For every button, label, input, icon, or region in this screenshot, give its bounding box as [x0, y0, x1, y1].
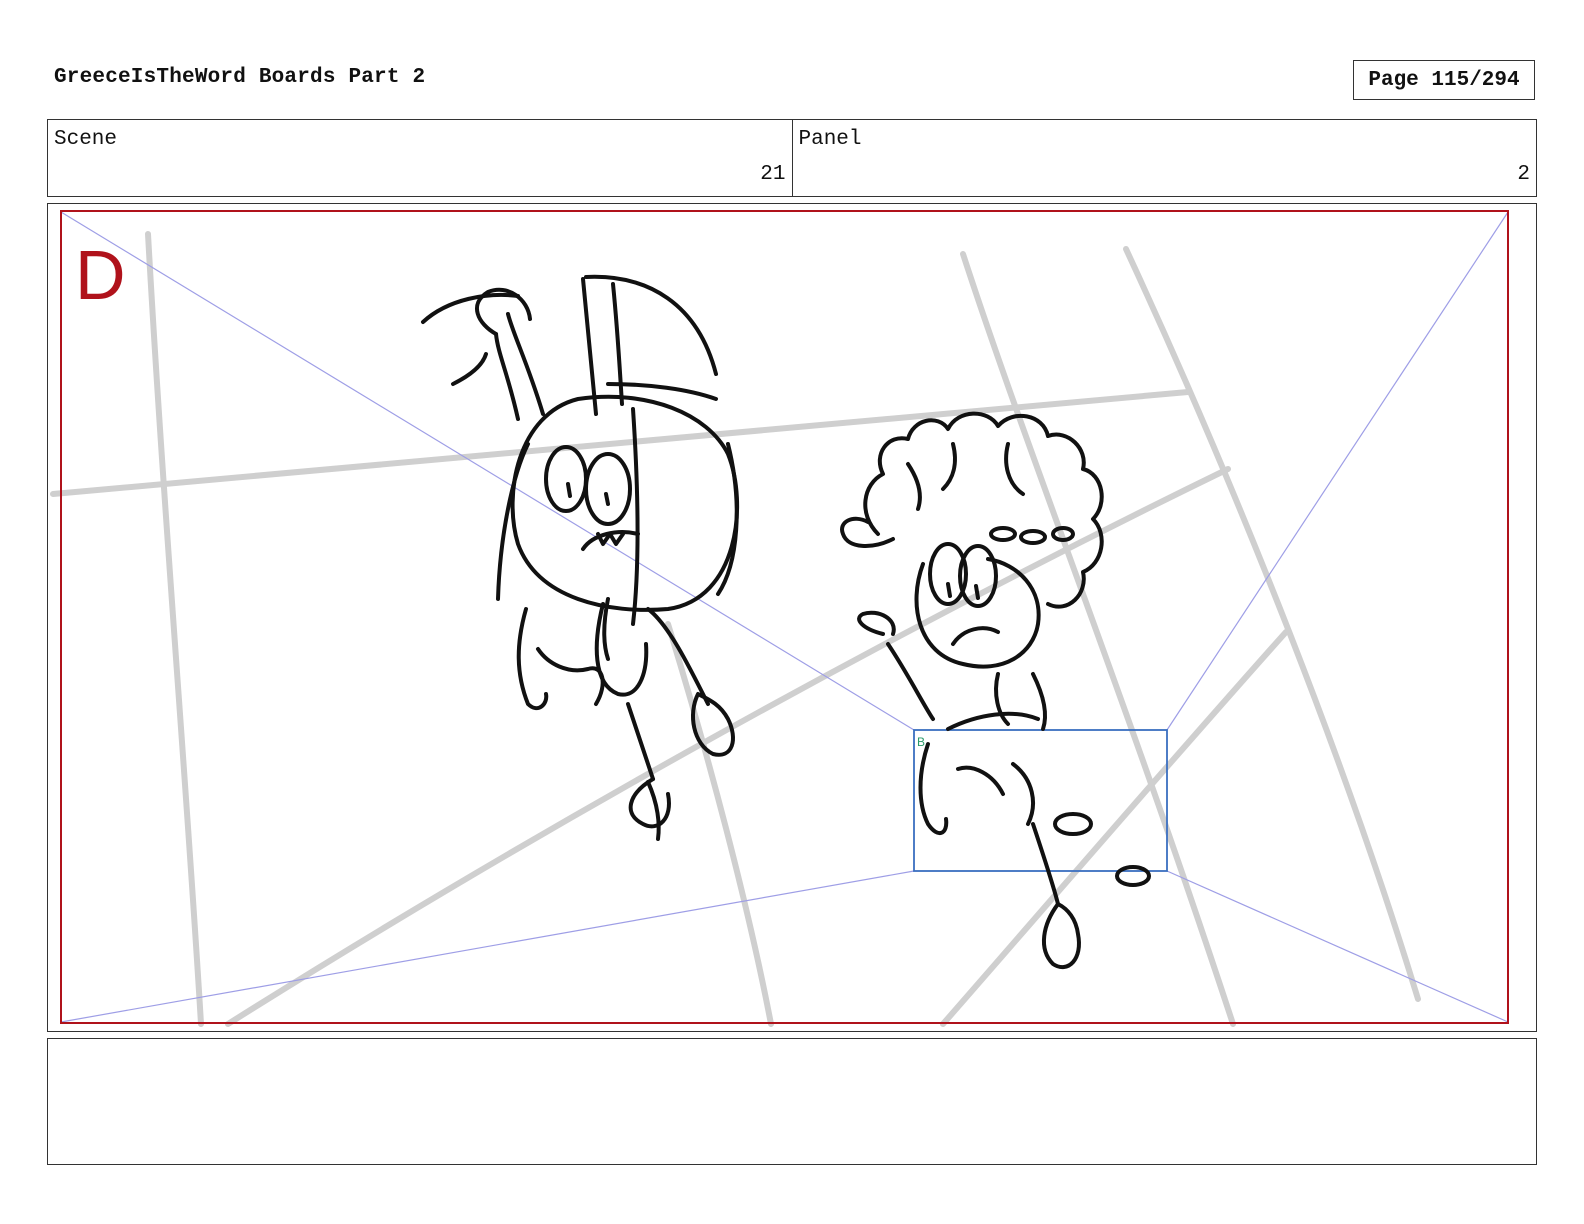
field-letter: D: [75, 236, 126, 314]
storyboard-panel: B D: [47, 203, 1537, 1032]
character-right-sketch: [840, 411, 1151, 970]
character-left-sketch: [421, 274, 740, 841]
panel-number: 2: [1517, 163, 1530, 186]
camera-marker: B: [917, 735, 925, 749]
scene-number: 21: [760, 163, 786, 186]
perspective-lines: [60, 211, 1509, 1023]
page-indicator: Page 115/294: [1353, 60, 1535, 100]
scene-cell: Scene 21: [48, 120, 792, 196]
document-title: GreeceIsTheWord Boards Part 2: [54, 66, 426, 89]
construction-lines: [50, 231, 1421, 1027]
caption-box: [47, 1038, 1537, 1165]
safe-frame: [60, 210, 1509, 1024]
panel-label: Panel: [798, 128, 862, 151]
panel-cell: Panel 2: [791, 120, 1537, 196]
storyboard-sketch: B D: [50, 210, 1509, 1027]
scene-panel-row: Scene 21 Panel 2: [47, 119, 1537, 197]
scene-label: Scene: [54, 128, 118, 151]
